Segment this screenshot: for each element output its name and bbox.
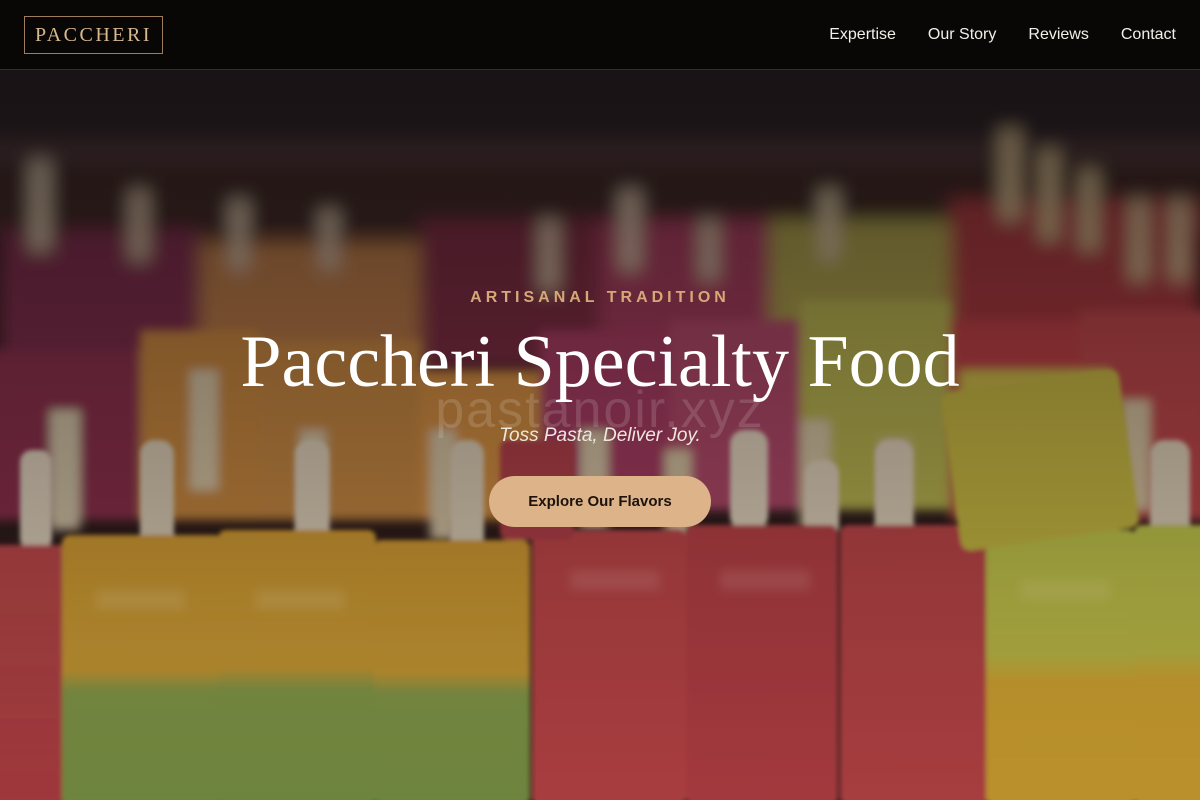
nav-link-expertise[interactable]: Expertise: [829, 24, 896, 46]
hero-content: ARTISANAL TRADITION Paccheri Specialty F…: [0, 70, 1200, 800]
brand-logo[interactable]: PACCHERI: [24, 16, 163, 54]
hero-eyebrow: ARTISANAL TRADITION: [470, 289, 730, 306]
main-nav: Expertise Our Story Reviews Contact: [829, 24, 1176, 46]
site-header: PACCHERI Expertise Our Story Reviews Con…: [0, 0, 1200, 70]
hero-tagline: Toss Pasta, Deliver Joy.: [499, 425, 701, 446]
explore-flavors-button[interactable]: Explore Our Flavors: [489, 476, 711, 527]
nav-link-our-story[interactable]: Our Story: [928, 24, 996, 46]
hero-section: ARTISANAL TRADITION Paccheri Specialty F…: [0, 70, 1200, 800]
landing-page: PACCHERI Expertise Our Story Reviews Con…: [0, 0, 1200, 800]
nav-link-contact[interactable]: Contact: [1121, 24, 1176, 46]
nav-link-reviews[interactable]: Reviews: [1028, 24, 1088, 46]
